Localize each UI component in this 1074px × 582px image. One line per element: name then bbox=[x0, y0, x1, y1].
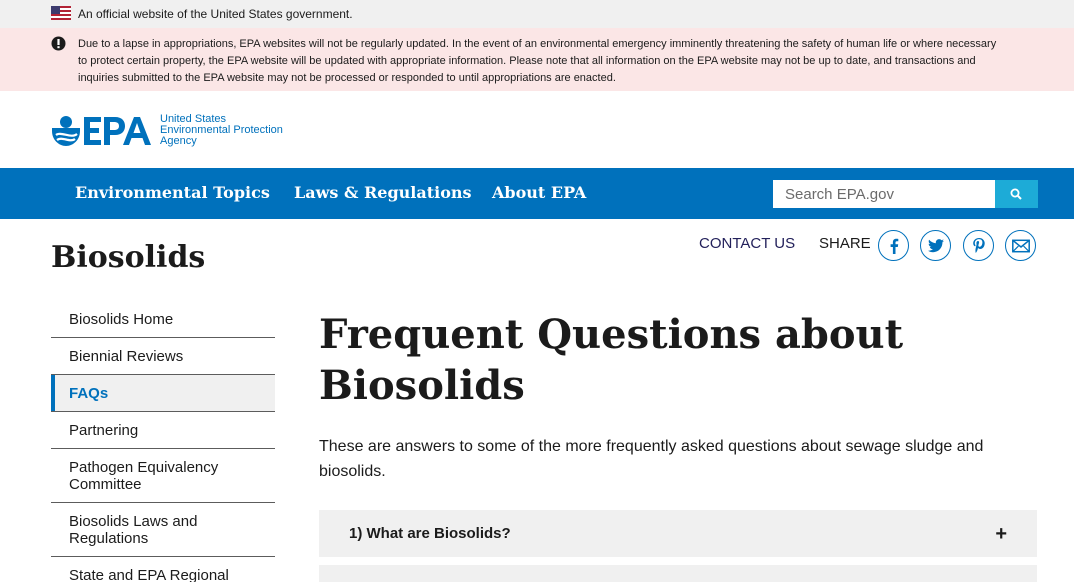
page-title: Frequent Questions about Biosolids bbox=[319, 311, 904, 409]
facebook-icon bbox=[890, 238, 898, 254]
sidebar-item-biennial-reviews[interactable]: Biennial Reviews bbox=[51, 338, 275, 375]
sidebar-item-biosolids-laws-regulations[interactable]: Biosolids Laws and Regulations bbox=[51, 503, 275, 557]
sidebar-item-partnering[interactable]: Partnering bbox=[51, 412, 275, 449]
share-label: SHARE bbox=[819, 235, 871, 252]
intro-text: These are answers to some of the more fr… bbox=[319, 438, 984, 480]
plus-icon: + bbox=[995, 523, 1007, 545]
sidebar-item-state-epa-regional[interactable]: State and EPA Regional bbox=[51, 557, 275, 582]
share-facebook-button[interactable] bbox=[878, 230, 909, 261]
epa-logo[interactable]: United States Environmental Protection A… bbox=[51, 112, 311, 148]
agency-line: Agency bbox=[160, 135, 197, 147]
sidebar-nav: Biosolids Home Biennial Reviews FAQs Par… bbox=[51, 301, 275, 582]
search-button[interactable] bbox=[995, 180, 1038, 208]
nav-environmental-topics[interactable]: Environmental Topics bbox=[75, 183, 270, 202]
search-icon bbox=[1010, 188, 1022, 200]
share-email-button[interactable] bbox=[1005, 230, 1036, 261]
nav-laws-regulations[interactable]: Laws & Regulations bbox=[294, 183, 472, 202]
accordion-item[interactable] bbox=[319, 565, 1037, 582]
contact-us-link[interactable]: CONTACT US bbox=[699, 235, 795, 253]
sidebar-item-pathogen-equivalency-committee[interactable]: Pathogen Equivalency Committee bbox=[51, 449, 275, 503]
section-title: Biosolids bbox=[51, 240, 206, 275]
sidebar-item-biosolids-home[interactable]: Biosolids Home bbox=[51, 301, 275, 338]
accordion-label: 1) What are Biosolids? bbox=[349, 525, 511, 542]
alert-text: Due to a lapse in appropriations, EPA we… bbox=[78, 38, 997, 84]
gov-banner: An official website of the United States… bbox=[0, 0, 1074, 28]
gov-banner-text: An official website of the United States… bbox=[78, 7, 353, 21]
agency-name: United States Environmental Protection A… bbox=[160, 114, 283, 147]
email-icon bbox=[1011, 239, 1030, 252]
accordion-item[interactable]: 1) What are Biosolids? + bbox=[319, 510, 1037, 557]
twitter-icon bbox=[927, 238, 944, 252]
sidebar-item-faqs[interactable]: FAQs bbox=[51, 374, 275, 412]
exclamation-icon bbox=[51, 36, 66, 51]
pinterest-icon bbox=[972, 237, 985, 253]
us-flag-icon bbox=[51, 6, 71, 20]
nav-about-epa[interactable]: About EPA bbox=[492, 183, 586, 202]
search-input[interactable] bbox=[773, 180, 995, 208]
share-twitter-button[interactable] bbox=[920, 230, 951, 261]
share-pinterest-button[interactable] bbox=[963, 230, 994, 261]
epa-logo-icon bbox=[52, 116, 151, 146]
